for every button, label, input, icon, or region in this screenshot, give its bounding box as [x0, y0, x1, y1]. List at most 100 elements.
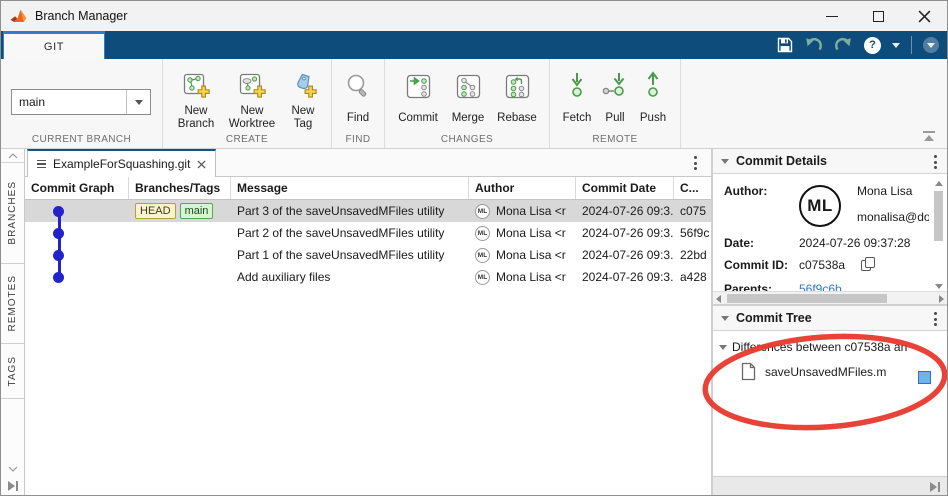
copy-icon[interactable] [861, 257, 875, 272]
undo-icon[interactable] [804, 37, 823, 53]
panel-options-icon[interactable] [934, 155, 937, 169]
tree-file-item[interactable]: saveUnsavedMFiles.m [713, 354, 947, 381]
toolbar-menu-icon[interactable] [923, 37, 939, 53]
new-worktree-icon [239, 73, 266, 100]
commit-tree-header[interactable]: Commit Tree [713, 306, 947, 331]
column-header-commit-date[interactable]: Commit Date [576, 177, 674, 199]
close-tab-icon[interactable] [197, 160, 206, 169]
tree-expand-icon[interactable] [719, 345, 727, 350]
redo-icon[interactable] [834, 37, 853, 53]
cell-author: Mona Lisa <r [496, 270, 566, 284]
panel-options-icon[interactable] [934, 312, 937, 326]
collapse-toolstrip-icon[interactable] [921, 130, 937, 142]
dock-panel-icon[interactable] [929, 481, 941, 493]
column-header-commit-graph[interactable]: Commit Graph [25, 177, 129, 199]
pull-icon [601, 71, 629, 101]
help-dropdown-icon[interactable] [892, 43, 900, 48]
merge-button[interactable]: Merge [445, 65, 491, 133]
vertical-scrollbar[interactable] [932, 179, 945, 291]
commit-node-icon[interactable] [53, 228, 64, 239]
quick-access-toolbar: ? [777, 31, 939, 59]
save-icon[interactable] [777, 37, 793, 53]
document-options-icon[interactable] [694, 156, 697, 170]
cell-message: Part 1 of the saveUnsavedMFiles utility [231, 244, 469, 266]
close-button[interactable] [901, 1, 947, 31]
cell-commit-id: c075 [674, 200, 711, 222]
commit-id-label: Commit ID: [724, 258, 788, 272]
sidebar-tab-branches[interactable]: BRANCHES [1, 163, 24, 264]
commit-details-header[interactable]: Commit Details [713, 149, 947, 174]
scrollbar-thumb[interactable] [727, 294, 887, 303]
table-row[interactable]: Part 2 of the saveUnsavedMFiles utility … [25, 222, 711, 244]
section-find: Find FIND [332, 59, 385, 148]
badge-head: HEAD [135, 203, 176, 219]
cell-message: Add auxiliary files [231, 266, 469, 288]
collapse-panel-icon[interactable] [721, 316, 729, 321]
scroll-left-icon[interactable] [716, 295, 721, 303]
section-label-create: CREATE [163, 134, 331, 145]
pull-button[interactable]: Pull [598, 65, 632, 133]
new-branch-button[interactable]: New Branch [171, 65, 221, 133]
tab-git[interactable]: GIT [3, 31, 105, 59]
horizontal-scrollbar[interactable] [713, 291, 947, 304]
maximize-icon [873, 11, 884, 22]
section-label-remote: REMOTE [550, 134, 680, 145]
document-tab[interactable]: ExampleForSquashing.git [27, 149, 216, 177]
tree-node-label: Differences between c07538a an [732, 340, 907, 354]
panel-title: Commit Tree [736, 311, 812, 325]
column-header-branches-tags[interactable]: Branches/Tags [129, 177, 231, 199]
table-row[interactable]: HEAD main Part 3 of the saveUnsavedMFile… [25, 200, 711, 222]
close-icon [918, 10, 931, 23]
commit-node-icon[interactable] [53, 272, 64, 283]
column-header-commit-id[interactable]: C... [674, 177, 711, 199]
commit-table: HEAD main Part 3 of the saveUnsavedMFile… [25, 200, 711, 288]
maximize-button[interactable] [855, 1, 901, 31]
document-menu-icon[interactable] [37, 160, 46, 168]
collapse-panel-icon[interactable] [721, 159, 729, 164]
chevron-down-icon[interactable] [8, 466, 18, 472]
badge-main: main [180, 203, 214, 219]
push-button[interactable]: Push [634, 65, 672, 133]
table-row[interactable]: Part 1 of the saveUnsavedMFiles utility … [25, 244, 711, 266]
current-branch-combobox[interactable]: main [11, 89, 151, 115]
scroll-right-icon[interactable] [939, 295, 944, 303]
sidebar-tab-tags[interactable]: TAGS [1, 344, 24, 399]
author-label: Author: [724, 184, 767, 198]
document-tab-title: ExampleForSquashing.git [53, 157, 190, 171]
sidebar-tab-remotes[interactable]: REMOTES [1, 264, 24, 344]
column-header-message[interactable]: Message [231, 177, 469, 199]
fetch-button[interactable]: Fetch [558, 65, 596, 133]
new-worktree-button[interactable]: New Worktree [223, 65, 281, 133]
current-branch-value: main [12, 90, 126, 114]
document-area: ExampleForSquashing.git Commit Graph Bra… [25, 149, 711, 496]
commit-node-icon[interactable] [53, 250, 64, 261]
commit-button[interactable]: Commit [393, 65, 443, 133]
commit-node-icon[interactable] [53, 206, 64, 217]
cell-commit-id: 56f9c [674, 222, 711, 244]
scrollbar-thumb[interactable] [934, 191, 943, 241]
cell-commit-id: 22bd [674, 244, 711, 266]
fetch-icon [565, 71, 589, 101]
dock-panel-icon[interactable] [7, 480, 19, 492]
diff-status-square[interactable] [918, 371, 931, 384]
scroll-up-icon[interactable] [935, 181, 943, 186]
qat-separator [911, 36, 912, 54]
table-header: Commit Graph Branches/Tags Message Autho… [25, 177, 711, 200]
table-row[interactable]: Add auxiliary files MLMona Lisa <r 2024-… [25, 266, 711, 288]
toolstrip: main CURRENT BRANCH New Branch [1, 59, 947, 149]
new-tag-button[interactable]: New Tag [283, 65, 323, 133]
scroll-down-icon[interactable] [935, 284, 943, 289]
combobox-dropdown-button[interactable] [126, 90, 150, 114]
minimize-button[interactable] [809, 1, 855, 31]
merge-icon [455, 73, 482, 100]
cell-commit-id: a428 [674, 266, 711, 288]
rebase-button[interactable]: Rebase [493, 65, 541, 133]
sidebar-collapse-button[interactable] [1, 149, 24, 163]
avatar: ML [475, 270, 490, 285]
section-label-current-branch: CURRENT BRANCH [1, 134, 162, 145]
find-button[interactable]: Find [340, 65, 376, 133]
column-header-author[interactable]: Author [469, 177, 576, 199]
help-icon[interactable]: ? [864, 37, 881, 54]
tree-node-differences[interactable]: Differences between c07538a an [713, 331, 947, 354]
commit-tree-body: Differences between c07538a an saveUnsav… [713, 331, 947, 381]
